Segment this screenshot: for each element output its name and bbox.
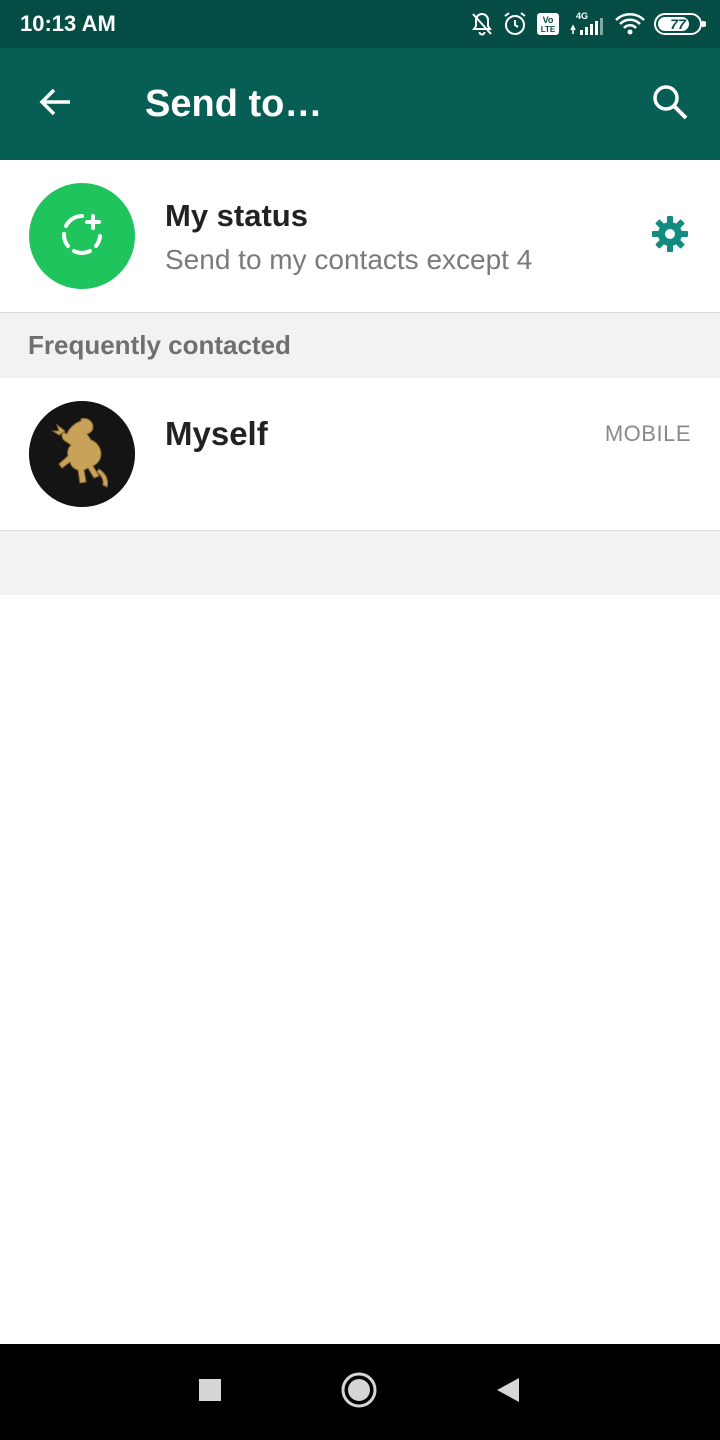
my-status-row[interactable]: My status Send to my contacts except 4 xyxy=(0,160,720,313)
signal-icon: 4G xyxy=(568,10,606,38)
my-status-subtitle: Send to my contacts except 4 xyxy=(165,244,533,275)
section-header: Frequently contacted xyxy=(0,313,720,378)
svg-text:LTE: LTE xyxy=(541,25,556,34)
contact-row[interactable]: Myself MOBILE xyxy=(0,378,720,531)
home-circle-icon xyxy=(340,1371,378,1414)
contact-type: MOBILE xyxy=(604,421,691,446)
svg-text:Vo: Vo xyxy=(543,15,554,25)
recents-button[interactable] xyxy=(188,1370,232,1414)
navigation-bar xyxy=(0,1344,720,1440)
status-privacy-settings-button[interactable] xyxy=(640,206,700,266)
list-footer-band xyxy=(0,531,720,595)
status-bar: 10:13 AM Vo LTE 4G 77 xyxy=(0,0,720,48)
page-title: Send to… xyxy=(145,83,323,125)
battery-cap xyxy=(702,21,706,27)
wifi-icon xyxy=(614,12,646,36)
bell-off-icon xyxy=(470,11,494,37)
svg-text:4G: 4G xyxy=(576,11,588,21)
system-back-button[interactable] xyxy=(486,1370,530,1414)
contact-name: Myself xyxy=(165,415,268,452)
my-status-title: My status xyxy=(165,198,308,233)
home-button[interactable] xyxy=(337,1370,381,1414)
volte-icon: Vo LTE xyxy=(536,12,560,36)
gear-icon xyxy=(650,214,690,259)
status-avatar[interactable] xyxy=(29,183,135,289)
status-icons: Vo LTE 4G 77 xyxy=(470,8,706,40)
back-button[interactable] xyxy=(22,70,90,138)
battery-percentage: 77 xyxy=(670,16,686,32)
alarm-icon xyxy=(502,11,528,37)
app-bar: Send to… xyxy=(0,48,720,160)
status-time: 10:13 AM xyxy=(20,11,116,36)
section-title: Frequently contacted xyxy=(28,330,291,360)
lion-emblem-icon xyxy=(29,401,135,507)
avatar xyxy=(29,401,135,507)
back-triangle-icon xyxy=(495,1376,521,1409)
search-icon xyxy=(651,83,689,126)
battery-icon: 77 xyxy=(654,13,706,35)
arrow-back-icon xyxy=(38,84,74,125)
search-button[interactable] xyxy=(636,70,704,138)
add-status-icon xyxy=(58,210,106,263)
recents-square-icon xyxy=(198,1378,222,1407)
